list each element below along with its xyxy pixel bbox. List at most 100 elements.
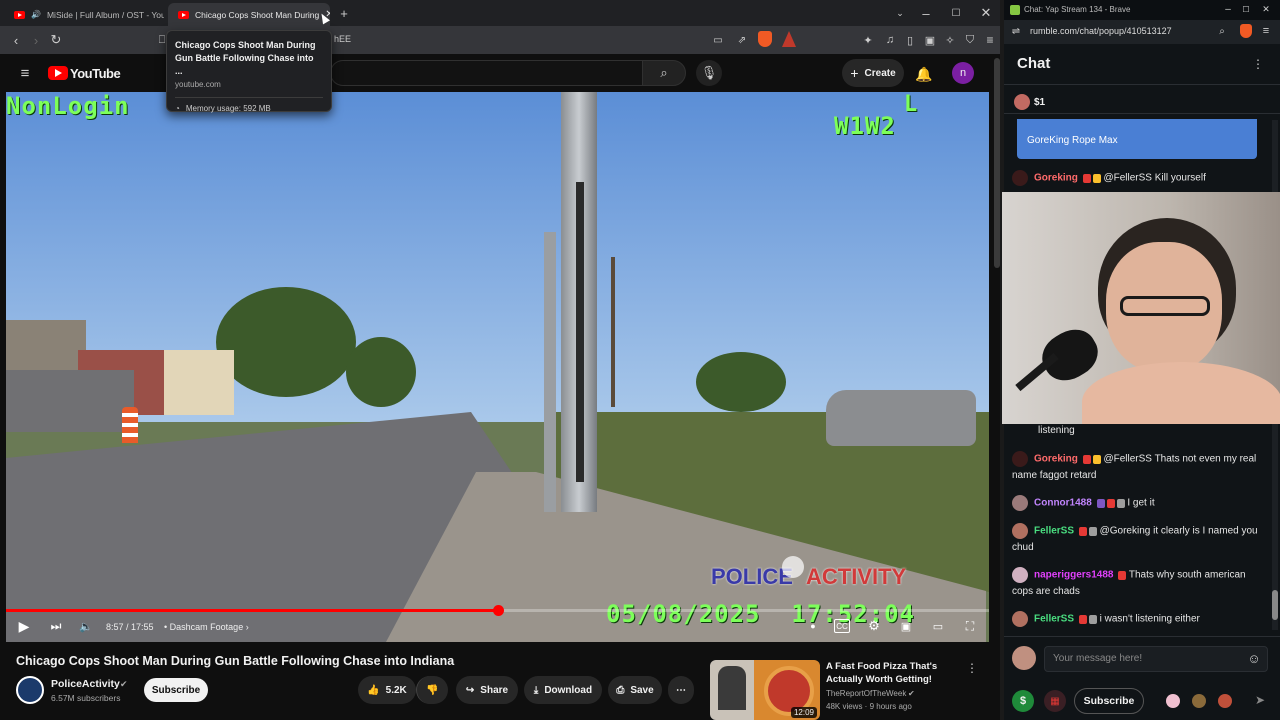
- recommendation-stats: 48K views · 9 hours ago: [826, 702, 912, 711]
- emote-icon[interactable]: [1166, 694, 1180, 708]
- recommendation-menu-icon[interactable]: ⋮: [966, 660, 978, 676]
- bell-icon[interactable]: 🔔: [914, 64, 934, 84]
- chat-url[interactable]: rumble.com/chat/popup/410513127: [1030, 26, 1172, 36]
- volume-icon[interactable]: 🔈: [78, 618, 94, 634]
- minimize-icon[interactable]: –: [918, 4, 934, 22]
- like-button[interactable]: 👍 5.2K: [358, 676, 416, 704]
- my-avatar[interactable]: [1012, 646, 1036, 670]
- chat-message[interactable]: naperiggers1488 Thats why south american…: [1012, 567, 1267, 600]
- close-window-icon[interactable]: ✕: [1260, 2, 1272, 16]
- chat-username[interactable]: Goreking: [1034, 454, 1078, 465]
- channel-avatar[interactable]: [16, 676, 44, 704]
- hamburger-menu-icon[interactable]: ≡: [16, 64, 34, 82]
- subtitles-icon[interactable]: CC: [834, 619, 850, 633]
- menu-icon[interactable]: ≡: [982, 32, 998, 48]
- chat-message[interactable]: Connor1488 I get it: [1012, 495, 1267, 512]
- cast-icon[interactable]: ▭: [710, 32, 726, 48]
- emoji-icon[interactable]: ☺: [1246, 650, 1262, 666]
- chat-message-input[interactable]: Your message here!: [1044, 646, 1268, 672]
- share-page-icon[interactable]: ⇗: [734, 32, 750, 48]
- video-player[interactable]: NonLogin L W1W2 POLICE ACTIVITY 05/08/20…: [6, 92, 989, 642]
- more-actions-icon[interactable]: ⋯: [668, 676, 694, 704]
- minimize-icon[interactable]: –: [1222, 2, 1234, 16]
- extensions-icon[interactable]: ✦: [860, 32, 876, 48]
- maximize-icon[interactable]: ☐: [1240, 2, 1252, 16]
- next-icon[interactable]: ⏭: [48, 618, 64, 634]
- chevron-down-icon[interactable]: ⌄: [892, 4, 908, 22]
- forward-icon[interactable]: ›: [28, 32, 44, 48]
- tip-bubble[interactable]: $1: [1014, 94, 1045, 110]
- save-button[interactable]: ⎙ Save: [608, 676, 662, 704]
- channel-name[interactable]: PoliceActivity: [51, 678, 120, 690]
- emote-icon[interactable]: [1218, 694, 1232, 708]
- rant-dollar-icon[interactable]: $: [1012, 690, 1034, 712]
- chat-text: listening: [1038, 425, 1075, 436]
- search-input[interactable]: [330, 60, 642, 86]
- chapter-label[interactable]: • Dashcam Footage ›: [164, 622, 249, 632]
- chat-message[interactable]: listening: [1012, 423, 1267, 439]
- video-title: Chicago Cops Shoot Man During Gun Battle…: [16, 654, 455, 668]
- pinned-rant[interactable]: GoreKing Rope Max: [1017, 119, 1257, 159]
- zoom-icon[interactable]: ⌕: [1216, 24, 1228, 38]
- chat-username[interactable]: Connor1488: [1034, 498, 1092, 509]
- fullscreen-icon[interactable]: ⛶: [962, 618, 978, 634]
- microphone-icon[interactable]: 🎙: [696, 60, 722, 86]
- chat-username[interactable]: FellerSS: [1034, 614, 1074, 625]
- create-label: Create: [864, 67, 896, 79]
- brave-rewards-icon[interactable]: [782, 31, 796, 47]
- recommendation-title[interactable]: A Fast Food Pizza That's Actually Worth …: [826, 660, 966, 686]
- gift-icon[interactable]: ▦: [1044, 690, 1066, 712]
- chat-options-icon[interactable]: ⋮: [1252, 56, 1264, 72]
- chat-message[interactable]: FellerSS i wasn't listening either: [1012, 611, 1267, 628]
- dislike-button[interactable]: 👎: [416, 676, 448, 704]
- new-tab-icon[interactable]: +: [336, 4, 352, 22]
- chat-message[interactable]: FellerSS @Goreking it clearly is I named…: [1012, 523, 1267, 556]
- youtube-logo-icon[interactable]: [48, 66, 68, 80]
- user-avatar: [1012, 523, 1028, 539]
- tab-chicago-cops[interactable]: Chicago Cops Shoot Man During ✕: [168, 3, 330, 26]
- chat-message[interactable]: Goreking @FellerSS Thats not even my rea…: [1012, 451, 1267, 484]
- video-tree: [346, 337, 416, 407]
- close-window-icon[interactable]: ✕: [978, 4, 994, 22]
- watermark-activity: ACTIVITY: [806, 564, 907, 589]
- youtube-header: ≡ YouTube ⌕ 🎙 + Create 🔔 n: [0, 54, 995, 92]
- sidebar-icon[interactable]: ▯: [902, 32, 918, 48]
- reload-icon[interactable]: ↻: [48, 32, 64, 48]
- play-icon[interactable]: ▶: [16, 618, 32, 634]
- miniplayer-icon[interactable]: ▣: [898, 618, 914, 634]
- site-settings-icon[interactable]: ⇌: [1010, 24, 1022, 38]
- theater-mode-icon[interactable]: ▭: [930, 618, 946, 634]
- settings-gear-icon[interactable]: ⚙: [866, 618, 882, 634]
- brave-shields-icon[interactable]: [758, 31, 772, 47]
- chat-message[interactable]: Goreking @FellerSS Kill yourself: [1012, 170, 1267, 192]
- chat-text: I get it: [1127, 497, 1155, 509]
- leo-ai-icon[interactable]: ✧: [942, 32, 958, 48]
- search-icon[interactable]: ⌕: [642, 60, 686, 86]
- address-text[interactable]: hEE: [334, 34, 351, 44]
- recommendation-thumbnail[interactable]: 12:09: [710, 660, 820, 720]
- chat-subscribe-button[interactable]: Subscribe: [1074, 688, 1144, 714]
- download-button[interactable]: ⤓ Download: [524, 676, 602, 704]
- share-button[interactable]: ↪ Share: [456, 676, 518, 704]
- autoplay-toggle-icon[interactable]: ●: [806, 620, 820, 632]
- wallet-icon[interactable]: ▣: [922, 32, 938, 48]
- tab-miside[interactable]: 🔊 MiSide | Full Album / OST - YouTu: [4, 3, 164, 26]
- maximize-icon[interactable]: ☐: [948, 4, 964, 22]
- recommendation-channel[interactable]: TheReportOfTheWeek: [826, 689, 906, 698]
- chat-username[interactable]: Goreking: [1034, 173, 1078, 184]
- chat-username[interactable]: naperiggers1488: [1034, 570, 1114, 581]
- send-icon[interactable]: ➤: [1252, 692, 1268, 708]
- subscribe-button[interactable]: Subscribe: [144, 678, 208, 702]
- back-icon[interactable]: ‹: [8, 32, 24, 48]
- vpn-shield-icon[interactable]: ⛉: [962, 32, 978, 48]
- menu-icon[interactable]: ≡: [1260, 24, 1272, 38]
- create-button[interactable]: + Create: [842, 59, 904, 87]
- chat-username[interactable]: FellerSS: [1034, 526, 1074, 537]
- speaker-icon: 🔊: [31, 10, 41, 19]
- chat-scrollbar-thumb[interactable]: [1272, 590, 1278, 620]
- emote-icon[interactable]: [1192, 694, 1206, 708]
- music-icon[interactable]: ♫: [882, 32, 898, 48]
- youtube-logo-text[interactable]: YouTube: [70, 66, 121, 81]
- avatar[interactable]: n: [952, 62, 974, 84]
- brave-shields-icon[interactable]: [1240, 24, 1252, 38]
